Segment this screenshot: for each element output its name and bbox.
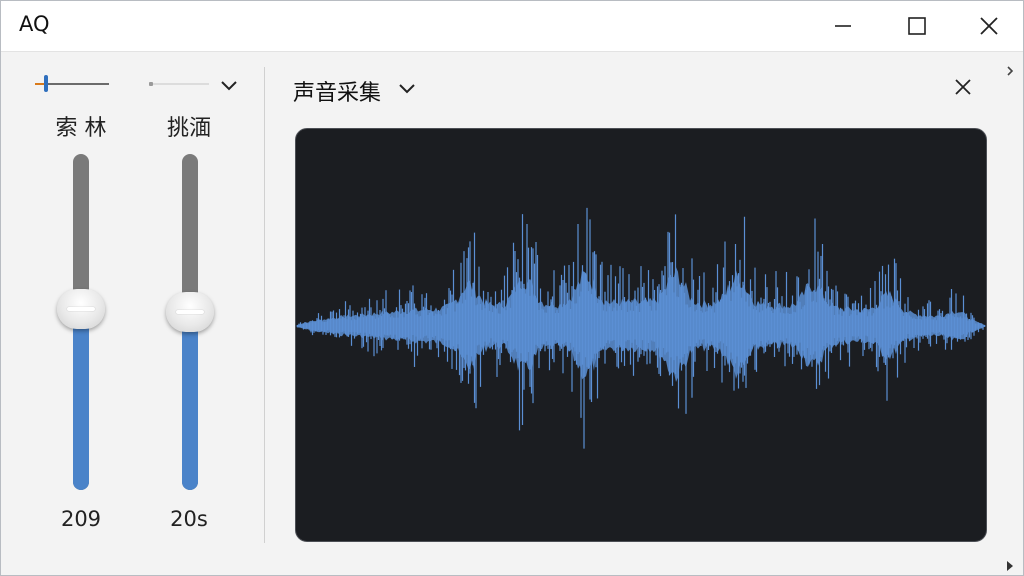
slider-fill [182, 311, 198, 490]
waveform-graph [296, 207, 986, 449]
close-icon [955, 79, 971, 95]
channel-2-value: 20s [170, 507, 208, 531]
resize-grip-icon [1007, 561, 1013, 571]
channel-dropdown-button[interactable] [217, 76, 241, 96]
channel-1-mini-slider[interactable] [35, 74, 109, 94]
mixer-panel: 索 林 挑湎 209 20s [1, 52, 263, 574]
waveform-display [295, 128, 987, 542]
channel-2-volume-slider[interactable] [160, 154, 220, 494]
slider-thumb[interactable] [57, 288, 105, 329]
maximize-icon [908, 17, 926, 35]
mini-thumb[interactable] [44, 75, 49, 92]
mini-track [149, 83, 209, 85]
capture-title: 声音采集 [293, 81, 382, 106]
expand-button[interactable] [1003, 63, 1017, 79]
close-icon [980, 17, 998, 35]
title-bar[interactable]: AQ [1, 1, 1023, 52]
mini-thumb[interactable] [149, 82, 153, 86]
app-window: AQ 索 林 挑湎 209 20s 声音采集 [0, 0, 1024, 576]
minimize-button[interactable] [807, 1, 879, 51]
channel-2-mini-slider[interactable] [149, 74, 209, 94]
slider-thumb[interactable] [166, 291, 214, 332]
channel-1-label: 索 林 [55, 116, 107, 141]
chevron-down-icon [399, 84, 415, 94]
minimize-icon [835, 25, 851, 27]
window-title: AQ [19, 12, 50, 36]
maximize-button[interactable] [881, 1, 953, 51]
slider-fill [73, 308, 89, 490]
capture-close-button[interactable] [951, 75, 975, 99]
panel-divider [264, 67, 265, 543]
resize-grip[interactable] [1005, 557, 1015, 576]
channel-2-label: 挑湎 [166, 116, 211, 141]
chevron-right-icon [1007, 66, 1014, 76]
chevron-down-icon [221, 81, 237, 91]
capture-dropdown-button[interactable] [395, 79, 419, 99]
channel-1-volume-slider[interactable] [51, 154, 111, 494]
channel-1-value: 209 [60, 507, 102, 531]
close-button[interactable] [953, 1, 1024, 51]
